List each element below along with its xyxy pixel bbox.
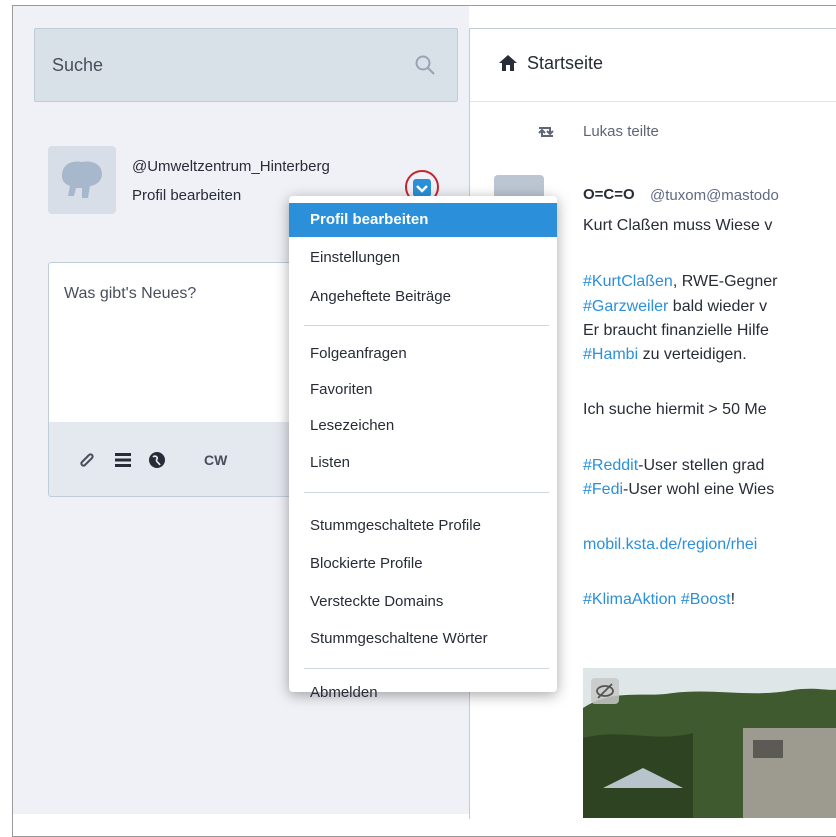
post-text-fragment: , RWE-Gegner — [672, 273, 778, 290]
search-icon[interactable] — [413, 53, 437, 77]
poll-icon[interactable] — [113, 450, 133, 470]
paperclip-icon[interactable] — [77, 450, 97, 470]
menu-item-muted-words[interactable]: Stummgeschaltene Wörter — [289, 622, 557, 656]
profile-action-menu: Profil bearbeiten Einstellungen Angeheft… — [289, 196, 557, 692]
menu-item-label: Profil bearbeiten — [310, 211, 429, 228]
menu-item-follow-requests[interactable]: Folgeanfragen — [289, 337, 557, 371]
post-text-line: #Fedi-User wohl eine Wies — [583, 480, 774, 500]
hashtag-link[interactable]: #Hambi — [583, 346, 638, 363]
menu-item-blocked-users[interactable]: Blockierte Profile — [289, 547, 557, 581]
post-media-image[interactable] — [583, 668, 836, 818]
menu-item-label: Lesezeichen — [310, 417, 395, 434]
menu-divider — [304, 668, 549, 669]
avatar[interactable] — [48, 146, 116, 214]
post-url-link[interactable]: mobil.ksta.de/region/rhei — [583, 535, 757, 555]
content-warning-button[interactable]: CW — [204, 452, 227, 468]
post-text-line: #KurtClaßen, RWE-Gegner — [583, 272, 777, 292]
menu-item-logout[interactable]: Abmelden — [310, 684, 378, 701]
post-text-line: #Hambi zu verteidigen. — [583, 345, 747, 365]
post-text-line: Ich suche hiermit > 50 Me — [583, 401, 767, 418]
forest-camp-photo — [583, 668, 836, 818]
menu-item-label: Stummgeschaltene Wörter — [310, 630, 488, 647]
menu-item-label: Stummgeschaltete Profile — [310, 517, 481, 534]
edit-profile-link[interactable]: Profil bearbeiten — [132, 187, 241, 204]
menu-item-muted-users[interactable]: Stummgeschaltete Profile — [289, 509, 557, 543]
boost-icon — [538, 127, 554, 137]
post-text-line: #KlimaAktion #Boost! — [583, 590, 735, 610]
hashtag-link[interactable]: #Boost — [681, 591, 731, 608]
home-icon — [499, 55, 517, 71]
profile-username[interactable]: @Umweltzentrum_Hinterberg — [132, 158, 330, 175]
menu-item-preferences[interactable]: Einstellungen — [289, 241, 557, 275]
menu-item-label: Versteckte Domains — [310, 593, 444, 610]
post-text-line: Kurt Claßen muss Wiese v — [583, 217, 773, 234]
hide-media-button[interactable] — [591, 678, 619, 704]
post-text-fragment: zu verteidigen. — [638, 346, 747, 363]
eye-slash-icon — [596, 683, 614, 699]
menu-divider — [304, 325, 549, 326]
column-title: Startseite — [527, 53, 604, 73]
search-box[interactable]: Suche — [34, 28, 458, 102]
post-text-fragment: ! — [730, 591, 736, 608]
column-header[interactable]: Startseite — [470, 29, 836, 102]
post-text-fragment: bald wieder v — [668, 298, 768, 315]
chevron-down-icon — [413, 179, 431, 197]
menu-item-edit-profile[interactable]: Profil bearbeiten — [289, 203, 557, 237]
search-input[interactable]: Suche — [52, 55, 103, 76]
hashtag-link[interactable]: #KlimaAktion — [583, 591, 676, 608]
menu-item-pinned[interactable]: Angeheftete Beiträge — [289, 280, 557, 314]
post-text-line: #Reddit-User stellen grad — [583, 456, 764, 476]
post-text-fragment: -User wohl eine Wies — [623, 481, 775, 498]
menu-item-label: Listen — [310, 454, 351, 471]
hashtag-link[interactable]: #Reddit — [583, 457, 638, 474]
post-text-fragment: -User stellen grad — [638, 457, 765, 474]
post-text-line: #Garzweiler bald wieder v — [583, 297, 767, 317]
elephant-avatar-icon — [62, 161, 102, 198]
menu-item-label: Favoriten — [310, 381, 373, 398]
menu-item-bookmarks[interactable]: Lesezeichen — [289, 409, 557, 443]
menu-divider — [304, 492, 549, 493]
boost-attribution[interactable]: Lukas teilte — [583, 123, 659, 140]
menu-item-label: Einstellungen — [310, 249, 401, 266]
compose-placeholder: Was gibt's Neues? — [64, 285, 197, 302]
globe-icon[interactable] — [147, 450, 167, 470]
menu-item-lists[interactable]: Listen — [289, 446, 557, 480]
menu-item-favourites[interactable]: Favoriten — [289, 373, 557, 407]
menu-item-label: Angeheftete Beiträge — [310, 288, 451, 305]
hashtag-link[interactable]: #Fedi — [583, 481, 623, 498]
post-handle[interactable]: @tuxom@mastodo — [650, 187, 779, 204]
menu-item-label: Folgeanfragen — [310, 345, 407, 362]
hashtag-link[interactable]: #KurtClaßen — [583, 273, 673, 290]
post-text-line: Er braucht finanzielle Hilfe — [583, 322, 769, 339]
menu-item-label: Blockierte Profile — [310, 555, 423, 572]
hashtag-link[interactable]: #Garzweiler — [583, 298, 668, 315]
menu-item-blocked-domains[interactable]: Versteckte Domains — [289, 585, 557, 619]
post-display-name[interactable]: O=C=O — [583, 186, 635, 203]
